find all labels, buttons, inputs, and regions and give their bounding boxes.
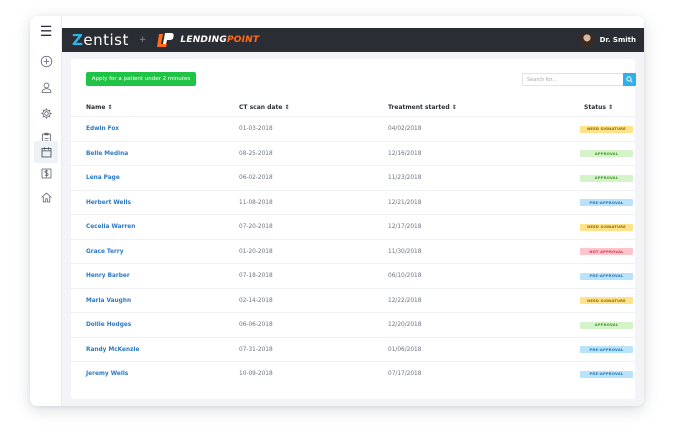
sidebar: ☰ (30, 16, 62, 406)
user-name: Dr. Smith (599, 36, 636, 44)
table-row: Lena Page 06-02-2018 11/23/2018 APPROVAL (71, 165, 635, 190)
app-window: ☰ Zentist + LENDINGPOINT Dr. Smith Apply… (30, 16, 644, 406)
status-badge: PRE-APPROVAL (580, 346, 633, 353)
header-treatment-started[interactable]: Treatment started ⇕ (388, 100, 457, 114)
table-row: Randy McKenzie 07-31-2018 01/06/2018 PRE… (71, 336, 635, 362)
status-badge: NEED SIGNATURE (580, 223, 633, 231)
table-row: Maria Vaughn 02-14-2018 12/22/2018 NEED … (71, 287, 635, 313)
plus-separator: + (138, 35, 147, 45)
ct-scan-date: 06-02-2018 (239, 175, 273, 181)
treatment-started: 11/23/2018 (388, 175, 422, 181)
search-bar (522, 73, 636, 86)
treatment-started: 12/16/2018 (388, 150, 422, 157)
ct-scan-date: 01-03-2018 (239, 126, 273, 132)
patient-name-link[interactable]: Dollie Hodges (86, 313, 131, 337)
treatment-started: 12/21/2018 (388, 199, 422, 206)
ct-scan-date: 02-14-2018 (239, 297, 273, 304)
gear-icon[interactable] (37, 104, 55, 122)
lendingpoint-logo-mark (157, 33, 175, 47)
brand-logos[interactable]: Zentist + LENDINGPOINT (72, 29, 259, 51)
status-badge: APPROVAL (580, 321, 633, 329)
table-row: Grace Terry 01-20-2018 11/30/2018 NOT AP… (71, 238, 635, 264)
topbar-spacer (62, 16, 644, 28)
table-row: Cecelia Warren 07-20-2018 12/17/2018 NEE… (71, 214, 635, 239)
status-badge: PRE-APPROVAL (580, 272, 633, 280)
apply-patient-button[interactable]: Apply for a patient under 2 minutes (86, 72, 196, 86)
table-row: Jeremy Wells 10-09-2018 07/17/2018 PRE-A… (71, 361, 635, 386)
treatment-started: 06/10/2018 (388, 273, 422, 279)
ct-scan-date: 08-25-2018 (239, 150, 273, 157)
status-badge: PRE-APPROVAL (580, 199, 633, 206)
ct-scan-date: 07-31-2018 (239, 346, 273, 353)
status-badge: APPROVAL (580, 174, 633, 182)
table-header: Name ⇕ CT scan date ⇕ Treatment started … (71, 100, 635, 114)
avatar (579, 33, 594, 47)
zentist-logo: Zentist (72, 31, 129, 49)
status-badge: PRE-APPROVAL (580, 370, 633, 378)
table-row: Dollie Hodges 06-06-2018 12/20/2018 APPR… (71, 312, 635, 337)
table-row: Herbert Wells 11-08-2018 12/21/2018 PRE-… (71, 189, 635, 215)
treatment-started: 07/17/2018 (388, 371, 422, 377)
calendar-icon[interactable] (34, 141, 58, 163)
table-row: Henry Barber 07-18-2018 06/10/2018 PRE-A… (71, 263, 635, 288)
treatment-started: 12/20/2018 (388, 322, 422, 328)
patient-name-link[interactable]: Jeremy Wells (86, 362, 128, 386)
treatment-started: 12/22/2018 (388, 297, 422, 304)
header-name[interactable]: Name ⇕ (86, 100, 113, 114)
search-button[interactable] (623, 73, 636, 86)
treatment-started: 11/30/2018 (388, 248, 422, 255)
ct-scan-date: 10-09-2018 (239, 371, 273, 377)
treatment-started: 01/06/2018 (388, 346, 422, 353)
home-icon[interactable] (37, 188, 55, 206)
patient-name-link[interactable]: Randy McKenzie (86, 338, 139, 362)
main-content: Apply for a patient under 2 minutes Name… (62, 52, 644, 406)
status-badge: APPROVAL (580, 150, 633, 157)
treatment-started: 12/17/2018 (388, 224, 422, 230)
user-icon[interactable] (37, 78, 55, 96)
patients-card: Apply for a patient under 2 minutes Name… (71, 59, 636, 399)
header-ct-scan-date[interactable]: CT scan date ⇕ (239, 100, 290, 114)
ct-scan-date: 11-08-2018 (239, 199, 273, 206)
search-icon (626, 76, 633, 83)
ct-scan-date: 01-20-2018 (239, 248, 273, 255)
status-badge: NEED SIGNATURE (580, 125, 633, 133)
table-row: Edwin Fox 01-03-2018 04/02/2018 NEED SIG… (71, 116, 635, 141)
dollar-icon[interactable] (37, 164, 55, 182)
patient-name-link[interactable]: Lena Page (86, 166, 120, 190)
user-menu[interactable]: Dr. Smith (579, 29, 636, 51)
patient-name-link[interactable]: Maria Vaughn (86, 289, 131, 313)
hamburger-icon[interactable]: ☰ (30, 16, 62, 48)
ct-scan-date: 07-18-2018 (239, 273, 273, 279)
ct-scan-date: 06-06-2018 (239, 322, 273, 328)
patient-name-link[interactable]: Herbert Wells (86, 191, 131, 215)
patient-name-link[interactable]: Edwin Fox (86, 117, 119, 141)
patient-name-link[interactable]: Belle Medina (86, 142, 128, 166)
status-badge: NOT APPROVAL (580, 248, 633, 255)
patient-name-link[interactable]: Henry Barber (86, 264, 130, 288)
table-row: Belle Medina 08-25-2018 12/16/2018 APPRO… (71, 140, 635, 166)
patient-name-link[interactable]: Grace Terry (86, 240, 124, 264)
treatment-started: 04/02/2018 (388, 126, 422, 132)
lendingpoint-logo-text: LENDINGPOINT (180, 35, 260, 45)
table-body: Edwin Fox 01-03-2018 04/02/2018 NEED SIG… (71, 116, 635, 386)
search-input[interactable] (522, 73, 623, 86)
status-badge: NEED SIGNATURE (580, 297, 633, 304)
ct-scan-date: 07-20-2018 (239, 224, 273, 230)
patient-name-link[interactable]: Cecelia Warren (86, 215, 135, 239)
header-status[interactable]: Status ⇕ (584, 100, 613, 114)
plus-circle-icon[interactable] (37, 52, 55, 70)
